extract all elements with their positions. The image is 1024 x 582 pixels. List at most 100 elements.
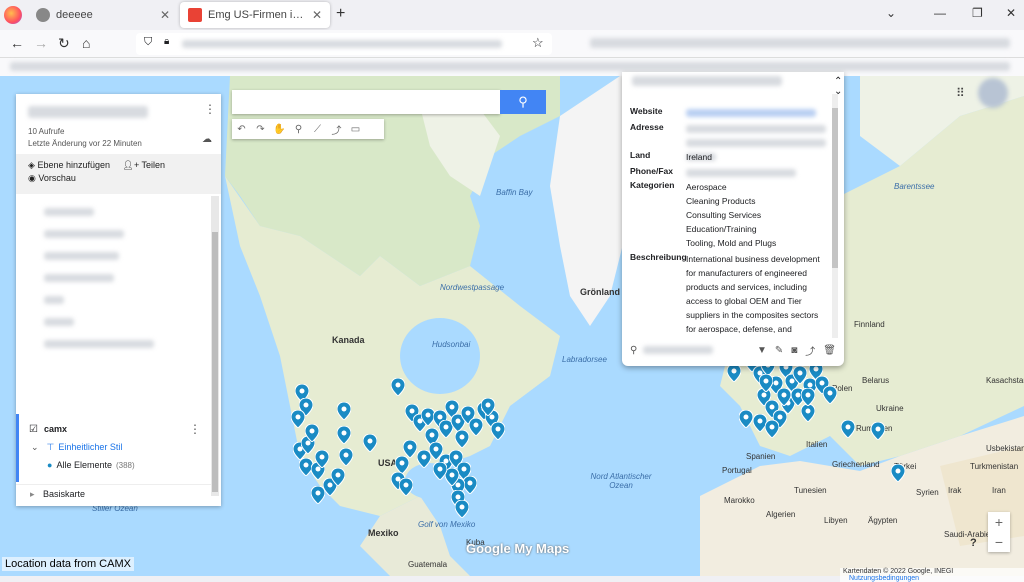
- redo-icon[interactable]: ↷: [251, 124, 270, 135]
- map-label: Nordwestpassage: [440, 283, 505, 292]
- directions-icon[interactable]: ⤴: [327, 122, 346, 137]
- avatar[interactable]: [978, 78, 1008, 108]
- map-pin[interactable]: [726, 363, 742, 383]
- chevron-down-icon[interactable]: ⌄: [31, 442, 39, 453]
- tab-active[interactable]: Emg US-Firmen in US – Google My Maps ✕: [180, 2, 330, 28]
- marker-icon[interactable]: ⚲: [289, 124, 308, 135]
- zoom-in-button[interactable]: +: [988, 512, 1010, 532]
- hand-icon[interactable]: ✋: [270, 124, 289, 135]
- map-pin[interactable]: [800, 387, 816, 407]
- map-pin[interactable]: [758, 373, 774, 393]
- basemap-row[interactable]: ▸ Basiskarte: [16, 484, 211, 504]
- map-pin[interactable]: [362, 433, 378, 453]
- map-pin[interactable]: [480, 397, 496, 417]
- website-link[interactable]: [686, 109, 816, 117]
- map-pin[interactable]: [454, 429, 470, 449]
- map-pin[interactable]: [444, 467, 460, 487]
- list-item[interactable]: [44, 340, 154, 348]
- map-pin[interactable]: [314, 449, 330, 469]
- layer-camx: ☑ camx ⋮ ⌄ ⊤ Einheitlicher Stil ● Alle E…: [16, 414, 211, 482]
- camera-icon[interactable]: ◙: [791, 345, 797, 356]
- map-pin[interactable]: [800, 403, 816, 423]
- map-pin[interactable]: [390, 377, 406, 397]
- map-pin[interactable]: [822, 385, 838, 405]
- map-label: Hudsonbai: [432, 340, 471, 349]
- restore-icon[interactable]: ❐: [972, 6, 983, 20]
- map-pin[interactable]: [338, 447, 354, 467]
- list-item[interactable]: [44, 230, 124, 238]
- home-icon[interactable]: ⌂: [82, 35, 90, 51]
- map-pin[interactable]: [336, 401, 352, 421]
- address-value: [686, 125, 826, 133]
- map-pin[interactable]: [462, 475, 478, 495]
- info-scrollbar[interactable]: [832, 94, 838, 338]
- country-row: Land Ireland: [630, 150, 826, 164]
- minimize-icon[interactable]: —: [934, 6, 946, 20]
- checkbox-icon[interactable]: ☑: [29, 424, 38, 435]
- address-value: [686, 139, 826, 147]
- directions-icon[interactable]: ⤴: [805, 343, 815, 358]
- edit-icon[interactable]: ✎: [775, 345, 783, 356]
- categories-label: Kategorien: [630, 180, 675, 190]
- description-row: Beschreibung International business deve…: [630, 252, 826, 336]
- list-item[interactable]: [44, 208, 94, 216]
- url-bar[interactable]: ⛉ 🔒︎ ☆: [136, 33, 552, 55]
- share-button[interactable]: Teilen: [142, 160, 166, 170]
- all-items-label[interactable]: Alle Elemente: [56, 460, 112, 470]
- map-pin[interactable]: [776, 387, 792, 407]
- map-pin[interactable]: [764, 419, 780, 439]
- map-title[interactable]: [28, 106, 148, 118]
- panel-scrollbar[interactable]: [211, 196, 219, 496]
- map-pin[interactable]: [840, 419, 856, 439]
- list-item[interactable]: [44, 274, 114, 282]
- map-pin[interactable]: [398, 477, 414, 497]
- firefox-menu-icon[interactable]: [4, 6, 22, 24]
- forward-icon[interactable]: →: [34, 35, 48, 51]
- map-pin[interactable]: [432, 461, 448, 481]
- paint-bucket-icon[interactable]: ▼: [757, 345, 767, 356]
- zoom-out-button[interactable]: −: [988, 532, 1010, 552]
- search-button[interactable]: ⚲: [500, 90, 546, 114]
- map-pin[interactable]: [454, 499, 470, 519]
- map-label: Guatemala: [408, 560, 448, 569]
- list-item[interactable]: [44, 252, 119, 260]
- delete-icon[interactable]: 🗑︎: [823, 345, 836, 356]
- more-vert-icon[interactable]: ⋮: [204, 102, 216, 116]
- terms-link[interactable]: Nutzungsbedingungen: [849, 575, 919, 582]
- url-text: [182, 40, 502, 48]
- more-vert-icon[interactable]: ⋮: [189, 422, 201, 436]
- back-icon[interactable]: ←: [10, 35, 24, 51]
- map-pin[interactable]: [738, 409, 754, 429]
- map-pin[interactable]: [416, 449, 432, 469]
- close-icon[interactable]: ✕: [160, 8, 170, 22]
- tab-inactive[interactable]: deeeee ✕: [28, 2, 178, 28]
- layer-name[interactable]: camx: [44, 424, 67, 434]
- line-icon[interactable]: ⟋: [308, 124, 327, 135]
- map-pin[interactable]: [304, 423, 320, 443]
- bookmark-star-icon[interactable]: ☆: [532, 35, 544, 51]
- map-pin[interactable]: [336, 425, 352, 445]
- preview-button[interactable]: Vorschau: [38, 173, 76, 183]
- list-item[interactable]: [44, 296, 64, 304]
- list-item[interactable]: [44, 318, 74, 326]
- expand-icon[interactable]: ▸: [30, 489, 35, 499]
- close-window-icon[interactable]: ✕: [1006, 6, 1016, 20]
- search-input[interactable]: [232, 90, 500, 114]
- map-pin[interactable]: [330, 467, 346, 487]
- ruler-icon[interactable]: ▭: [346, 124, 365, 135]
- reload-icon[interactable]: ↻: [58, 35, 70, 52]
- style-link[interactable]: Einheitlicher Stil: [58, 442, 122, 452]
- new-tab-icon[interactable]: +: [336, 5, 345, 23]
- apps-grid-icon[interactable]: ⠿: [956, 86, 965, 100]
- undo-icon[interactable]: ↶: [232, 124, 251, 135]
- map-pin[interactable]: [468, 417, 484, 437]
- add-layer-button[interactable]: Ebene hinzufügen: [37, 160, 110, 170]
- chevron-down-icon[interactable]: ⌄: [886, 6, 896, 20]
- help-icon[interactable]: ?: [970, 537, 977, 549]
- map-pin[interactable]: [870, 421, 886, 441]
- close-icon[interactable]: ✕: [312, 8, 322, 22]
- map-pin[interactable]: [290, 409, 306, 429]
- map-pin[interactable]: [890, 463, 906, 483]
- map-pin[interactable]: [490, 421, 506, 441]
- tab-title: Emg US-Firmen in US – Google My Maps: [208, 9, 306, 21]
